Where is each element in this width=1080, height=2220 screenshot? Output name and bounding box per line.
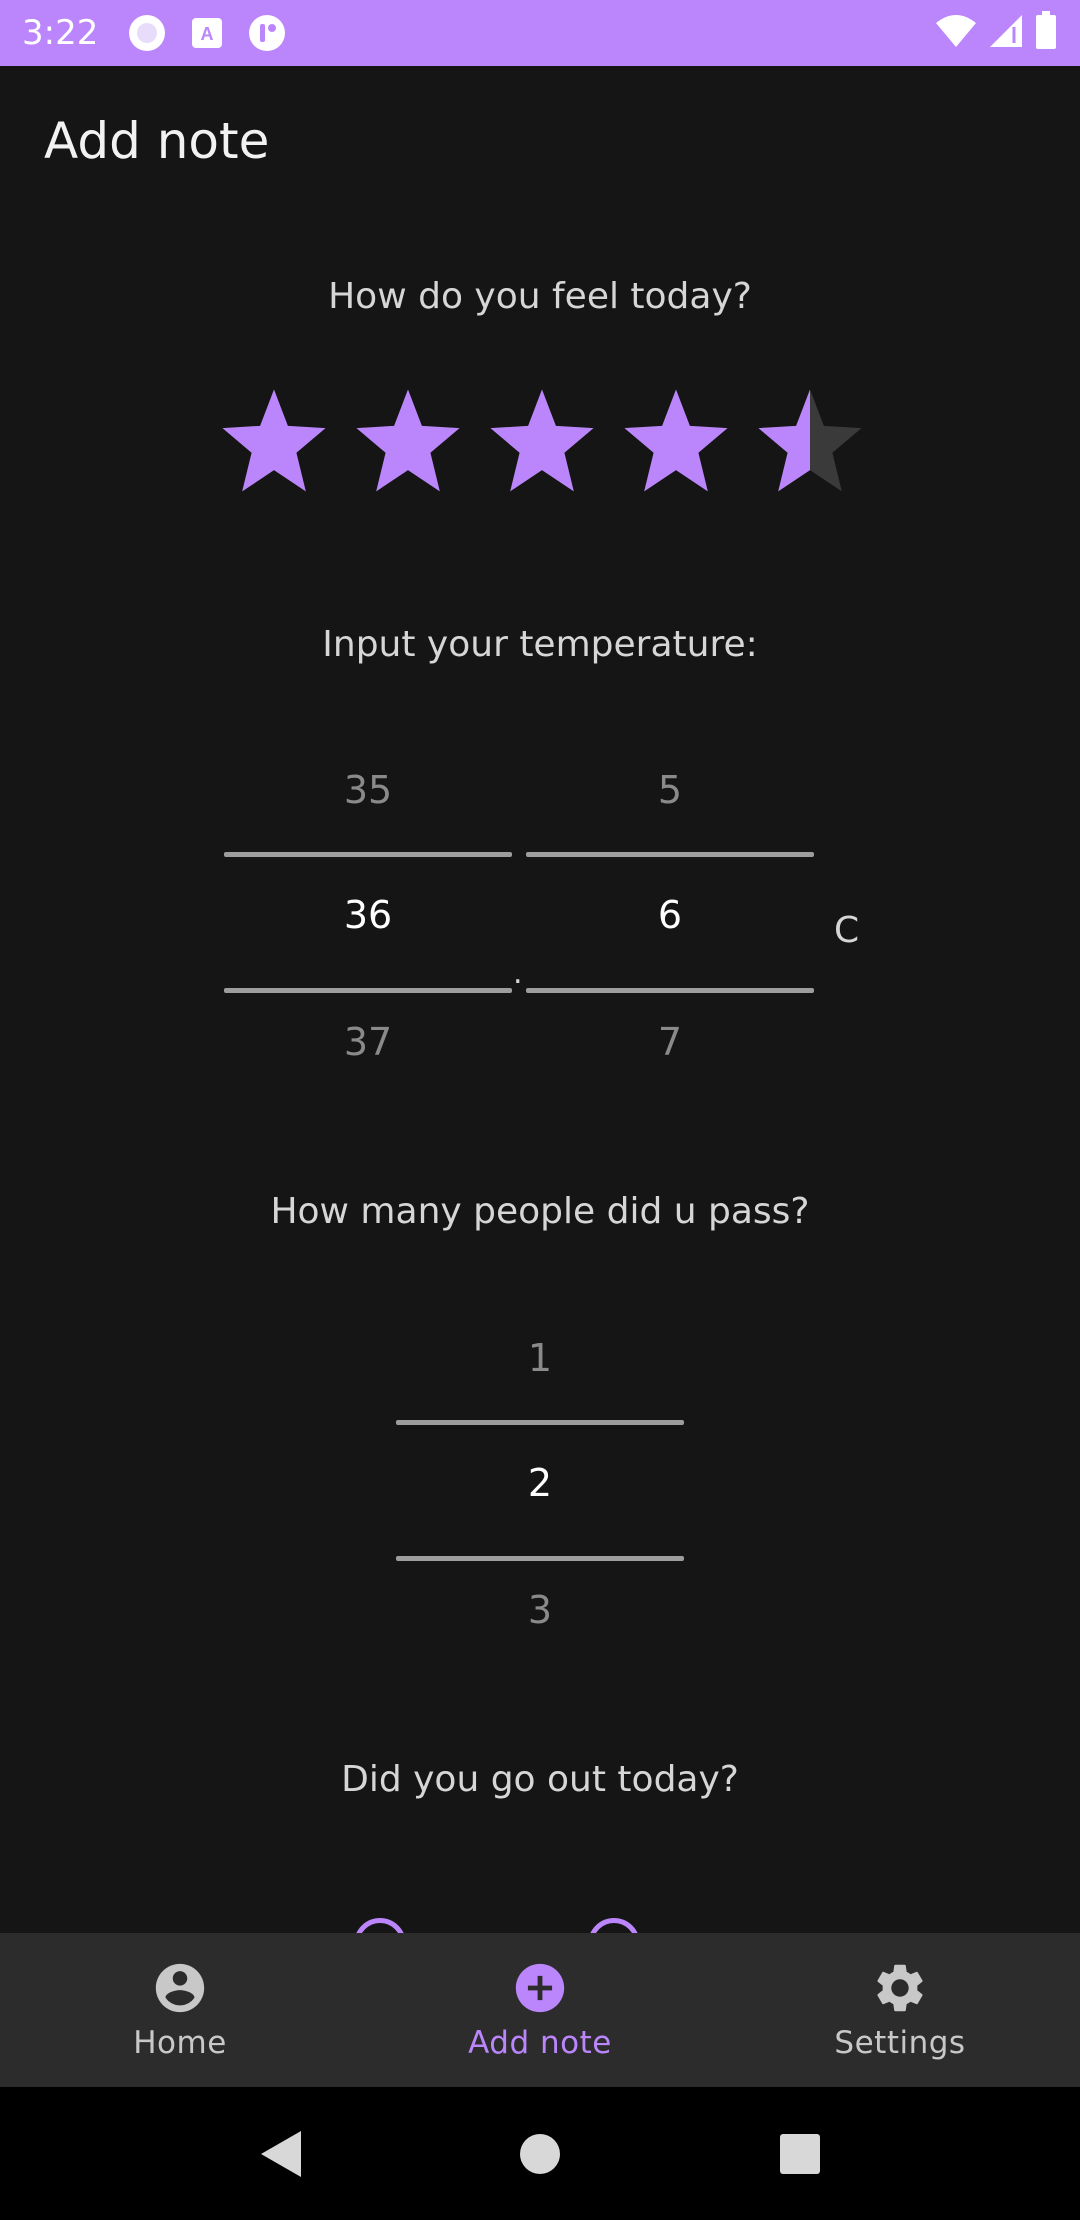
- nav-item-settings[interactable]: Settings: [720, 1933, 1080, 2087]
- home-circle-icon: [520, 2133, 560, 2174]
- star-icon[interactable]: [218, 385, 330, 497]
- picker-next-value[interactable]: 37: [224, 1020, 512, 1064]
- picker-current-value[interactable]: 6: [526, 893, 814, 937]
- temperature-decimal-picker[interactable]: 5 6 7: [526, 768, 814, 1064]
- bottom-navigation: Home Add note Settings: [0, 1933, 1080, 2087]
- battery-icon: [1034, 11, 1058, 55]
- picker-divider: [224, 988, 512, 993]
- mood-rating-bar[interactable]: [218, 385, 866, 497]
- picker-prev-value[interactable]: 35: [224, 768, 512, 812]
- back-triangle-icon: [261, 2130, 301, 2177]
- picker-next-value[interactable]: 3: [396, 1588, 684, 1632]
- svg-text:A: A: [201, 24, 214, 44]
- picker-divider: [396, 1556, 684, 1561]
- picker-divider: [526, 988, 814, 993]
- nav-label-home: Home: [133, 2025, 227, 2061]
- signal-icon: [988, 13, 1024, 53]
- circle-notification-icon: [126, 12, 168, 54]
- temperature-integer-picker[interactable]: 35 36 37: [224, 768, 512, 1064]
- add-circle-icon: [515, 1963, 565, 2013]
- page-title: Add note: [44, 112, 270, 170]
- wifi-icon: [934, 13, 978, 53]
- picker-prev-value[interactable]: 5: [526, 768, 814, 812]
- star-icon[interactable]: [486, 385, 598, 497]
- a-notification-icon: A: [186, 12, 228, 54]
- home-button[interactable]: [510, 2124, 570, 2184]
- system-navigation-bar: [0, 2087, 1080, 2220]
- nav-label-settings: Settings: [834, 2025, 966, 2061]
- recents-button[interactable]: [770, 2124, 830, 2184]
- picker-current-value[interactable]: 2: [396, 1461, 684, 1505]
- mood-question: How do you feel today?: [328, 276, 752, 317]
- nav-label-add-note: Add note: [468, 2025, 612, 2061]
- picker-current-value[interactable]: 36: [224, 893, 512, 937]
- picker-divider: [526, 852, 814, 857]
- temperature-unit: C: [834, 910, 860, 951]
- temperature-question: Input your temperature:: [322, 624, 758, 665]
- people-count-picker[interactable]: 1 2 3: [396, 1336, 684, 1632]
- status-bar: 3:22 A: [0, 0, 1080, 66]
- app-notification-icon: [246, 12, 288, 54]
- recents-square-icon: [780, 2133, 820, 2174]
- decimal-separator: .: [513, 956, 523, 991]
- status-time: 3:22: [22, 13, 99, 53]
- star-icon[interactable]: [352, 385, 464, 497]
- star-icon[interactable]: [620, 385, 732, 497]
- nav-item-add-note[interactable]: Add note: [360, 1933, 720, 2087]
- status-right: [934, 11, 1058, 55]
- back-button[interactable]: [250, 2124, 310, 2184]
- picker-prev-value[interactable]: 1: [396, 1336, 684, 1380]
- account-circle-icon: [155, 1963, 205, 2013]
- picker-next-value[interactable]: 7: [526, 1020, 814, 1064]
- star-icon[interactable]: [754, 385, 866, 497]
- picker-divider: [396, 1420, 684, 1425]
- people-question: How many people did u pass?: [270, 1191, 810, 1232]
- nav-item-home[interactable]: Home: [0, 1933, 360, 2087]
- screen: 3:22 A Add note How do you feel today? I…: [0, 0, 1080, 2220]
- went-out-question: Did you go out today?: [341, 1759, 739, 1800]
- picker-divider: [224, 852, 512, 857]
- gear-icon: [877, 1964, 923, 2012]
